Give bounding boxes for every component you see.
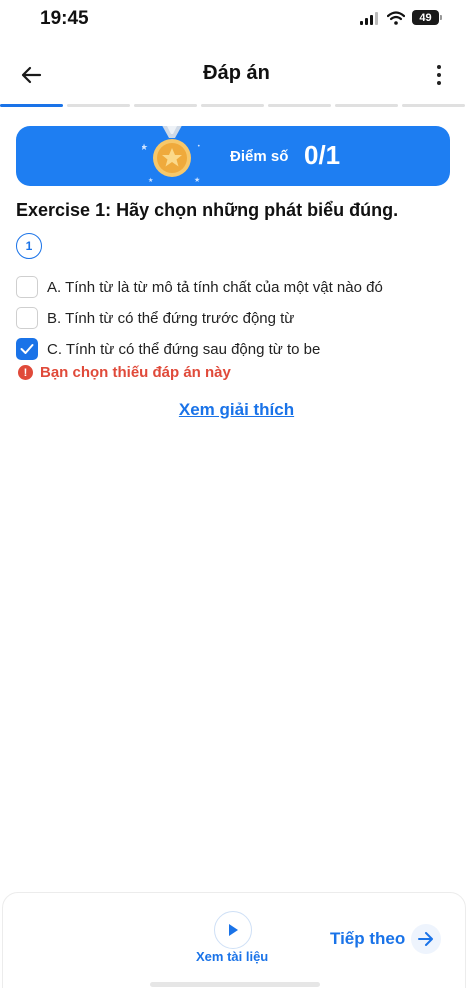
progress-segment [335,104,398,107]
checkmark-icon [20,344,34,354]
medal-icon: ★ ★ ★ • [142,126,201,184]
progress-segment [67,104,130,107]
feedback-message: ! Bạn chọn thiếu đáp án này [18,364,231,381]
home-indicator [150,982,320,987]
score-value: 0/1 [304,140,341,170]
option-b[interactable]: B. Tính từ có thể đứng trước động từ [16,306,446,330]
svg-text:★: ★ [142,143,148,153]
app-header: Đáp án [0,50,473,98]
option-a-checkbox[interactable] [16,276,38,298]
more-vertical-icon [437,65,441,69]
score-label: Điểm số [230,148,289,165]
view-docs-button[interactable] [214,911,252,949]
progress-segment [0,104,63,107]
status-time: 19:45 [40,8,89,29]
alert-icon: ! [18,365,33,380]
next-label: Tiếp theo [330,929,406,948]
progress-segment [201,104,264,107]
play-icon [229,924,238,936]
score-banner: ★ ★ ★ • Điểm số 0/1 [16,126,450,186]
option-c-checkbox[interactable] [16,338,38,360]
progress-segment [402,104,465,107]
question-title: Exercise 1: Hãy chọn những phát biểu đún… [16,200,399,220]
battery-icon: 49 [412,10,442,25]
wifi-icon [387,10,405,25]
more-options-button[interactable] [433,62,445,88]
progress-segment [268,104,331,107]
option-c[interactable]: C. Tính từ có thể đứng sau động từ to be [16,337,446,361]
option-b-checkbox[interactable] [16,307,38,329]
battery-level: 49 [419,11,432,24]
option-c-label: C. Tính từ có thể đứng sau động từ to be [47,340,321,358]
option-a[interactable]: A. Tính từ là từ mô tả tính chất của một… [16,275,446,299]
status-bar: 19:45 49 [0,0,473,40]
svg-text:★: ★ [148,177,153,184]
explain-link[interactable]: Xem giải thích [0,400,473,420]
svg-text:★: ★ [194,176,200,184]
option-b-label: B. Tính từ có thể đứng trước động từ [47,309,295,327]
feedback-text: Bạn chọn thiếu đáp án này [40,364,231,381]
status-icons: 49 [360,10,442,25]
arrow-right-icon [411,924,442,954]
svg-text:•: • [197,143,201,150]
question-progress [0,104,473,108]
signal-icon [360,11,378,25]
view-docs-label[interactable]: Xem tài liệu [196,949,276,964]
option-a-label: A. Tính từ là từ mô tả tính chất của một… [47,278,383,296]
question-number-badge[interactable]: 1 [16,233,42,259]
progress-segment [134,104,197,107]
page-title: Đáp án [203,62,270,84]
next-button[interactable]: Tiếp theo [330,924,442,954]
